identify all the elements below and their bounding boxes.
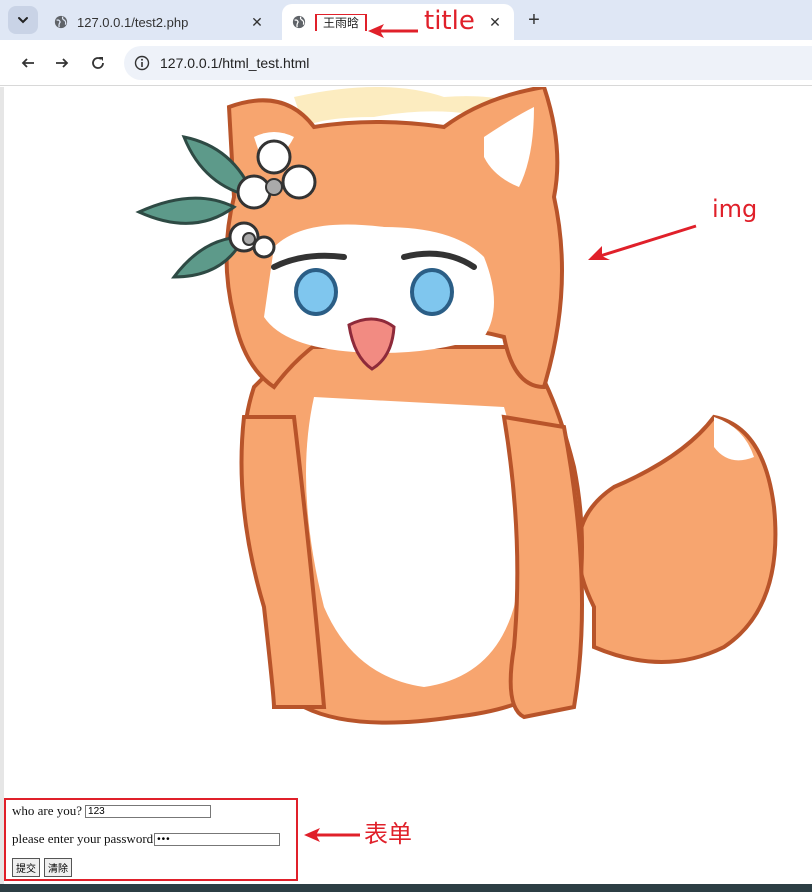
close-icon[interactable]: ✕ (246, 11, 268, 33)
annotation-arrow-title (368, 24, 418, 38)
name-row: who are you? 123 (12, 803, 212, 819)
annotation-title-label: title (424, 6, 475, 36)
annotation-arrow-img (588, 224, 697, 260)
tab-test2[interactable]: 127.0.0.1/test2.php ✕ (44, 4, 276, 40)
new-tab-button[interactable]: + (522, 8, 546, 32)
page-content: img (0, 87, 812, 892)
tab-title: 王雨晗 (315, 13, 368, 31)
name-label: who are you? (12, 803, 83, 818)
browser-toolbar: 127.0.0.1/html_test.html (0, 40, 812, 86)
back-arrow-icon (21, 58, 34, 68)
password-input[interactable]: ••• (154, 832, 281, 846)
close-icon[interactable]: ✕ (484, 11, 506, 33)
forward-button[interactable] (50, 51, 74, 75)
tab-search-button[interactable] (8, 6, 38, 34)
reload-button[interactable] (86, 51, 110, 75)
taskbar-edge (0, 884, 812, 892)
password-label: please enter your password (12, 831, 154, 846)
back-button[interactable] (16, 51, 40, 75)
url-text: 127.0.0.1/html_test.html (160, 55, 310, 71)
submit-button[interactable]: 提交 (12, 858, 40, 877)
tab-title: 127.0.0.1/test2.php (77, 14, 189, 30)
globe-icon (292, 15, 306, 29)
forward-arrow-icon (56, 58, 69, 68)
info-icon[interactable] (134, 55, 150, 71)
name-input[interactable]: 123 (85, 804, 212, 818)
globe-icon (54, 15, 68, 29)
annotation-arrow-form (304, 828, 360, 842)
annotation-form-label: 表单 (364, 820, 412, 848)
chevron-down-icon (18, 17, 28, 24)
login-form: who are you? 123 please enter your passw… (4, 798, 298, 881)
fox-image (135, 87, 778, 725)
password-row: please enter your password ••• (12, 831, 281, 847)
address-bar[interactable]: 127.0.0.1/html_test.html (124, 46, 812, 80)
reset-button[interactable]: 清除 (44, 858, 72, 877)
annotation-img-label: img (712, 195, 758, 223)
reload-icon (92, 57, 104, 69)
form-buttons: 提交 清除 (12, 858, 72, 877)
